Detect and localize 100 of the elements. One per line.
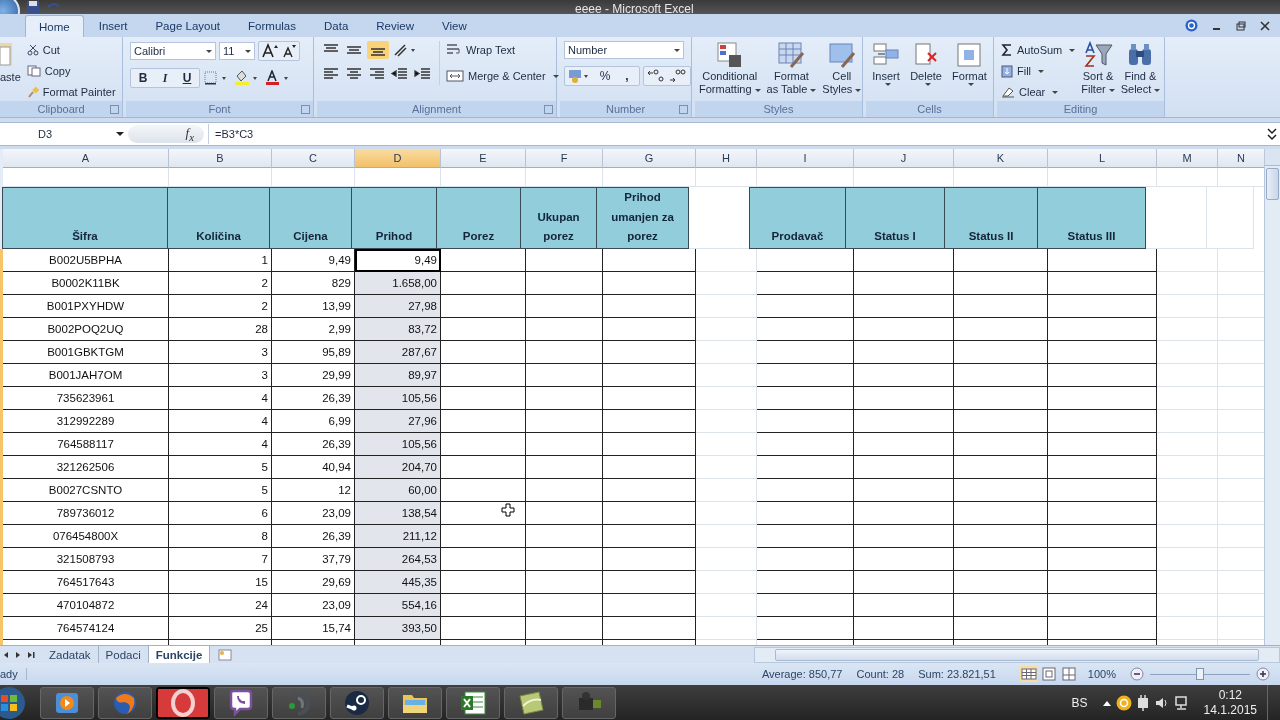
- column-heading: Prihod umanjen za porez: [596, 186, 689, 249]
- autosum-button[interactable]: AutoSum: [1001, 41, 1076, 60]
- zoom-in-icon[interactable]: [1256, 667, 1270, 682]
- cell-brush-icon: [827, 41, 856, 70]
- fill-button[interactable]: Fill: [1001, 62, 1076, 81]
- save-icon[interactable]: [26, 0, 40, 13]
- page-break-icon[interactable]: [1059, 666, 1078, 683]
- grow-font-icon[interactable]: [261, 43, 279, 60]
- help-icon[interactable]: [1185, 19, 1198, 33]
- taskbar-button[interactable]: [330, 686, 384, 719]
- column-header[interactable]: L: [1048, 148, 1157, 168]
- zoom-out-icon[interactable]: [1130, 667, 1144, 682]
- restore-icon[interactable]: [1236, 20, 1246, 31]
- column-header[interactable]: B: [169, 148, 272, 168]
- bold-button[interactable]: B: [133, 70, 153, 87]
- ribbon-tab[interactable]: Page Layout: [142, 15, 234, 38]
- clear-button[interactable]: Clear: [1001, 83, 1076, 102]
- percent-button[interactable]: %: [595, 68, 615, 85]
- column-header[interactable]: D: [355, 148, 441, 168]
- align-bottom-icon[interactable]: [367, 41, 389, 60]
- column-heading: Status II: [944, 186, 1038, 249]
- sheet-tab[interactable]: Funkcije: [148, 646, 211, 664]
- taskbar-button[interactable]: [446, 686, 500, 719]
- expand-icon[interactable]: [1266, 126, 1278, 143]
- cells-button[interactable]: Delete: [910, 41, 942, 87]
- insert-function-button[interactable]: f$_{x}$: [185, 125, 194, 143]
- network-icon[interactable]: [1173, 694, 1190, 711]
- caret-icon: [206, 49, 212, 53]
- last-sheet-icon[interactable]: [26, 650, 36, 659]
- taskbar-button[interactable]: [388, 686, 442, 719]
- table-cell: 6: [169, 501, 272, 525]
- status-text: Average: 850,77: [761, 668, 843, 681]
- clock-time[interactable]: 0:12: [1218, 687, 1242, 703]
- column-header[interactable]: M: [1157, 148, 1218, 168]
- style-button[interactable]: Conditional Formatting: [699, 41, 761, 96]
- ribbon-tab[interactable]: View: [429, 15, 480, 38]
- table-cell: 789736012: [3, 501, 169, 525]
- column-header[interactable]: H: [696, 148, 757, 168]
- cells-button[interactable]: Insert: [872, 41, 901, 87]
- comma-button[interactable]: ,: [617, 68, 637, 85]
- scrollbar-thumb[interactable]: [1266, 167, 1279, 200]
- number-format-field[interactable]: Number: [564, 41, 684, 60]
- spreadsheet-icon: [459, 689, 487, 716]
- column-header[interactable]: F: [526, 148, 603, 168]
- column-header[interactable]: K: [954, 148, 1048, 168]
- zoom-level[interactable]: 100%: [1087, 668, 1116, 681]
- formula-field[interactable]: =B3*C3: [208, 124, 1266, 145]
- normal-view-icon[interactable]: [1019, 666, 1038, 683]
- power-plug-icon[interactable]: [1135, 694, 1150, 711]
- close-icon[interactable]: [1260, 20, 1270, 31]
- taskbar-button[interactable]: [504, 686, 558, 719]
- taskbar-button[interactable]: [214, 686, 268, 719]
- underline-button[interactable]: U: [177, 70, 197, 87]
- italic-button[interactable]: I: [155, 70, 175, 87]
- tray-circle-icon[interactable]: [1115, 694, 1132, 711]
- start-button[interactable]: [0, 685, 26, 720]
- column-heading: Cijena: [269, 186, 352, 249]
- font-size-field[interactable]: 11: [219, 42, 255, 61]
- style-button[interactable]: Cell Styles: [822, 41, 862, 96]
- column-header[interactable]: J: [854, 148, 954, 168]
- ribbon-tab[interactable]: Review: [363, 15, 427, 38]
- sort-filter-button[interactable]: Sort & Filter: [1081, 41, 1115, 96]
- decrease-decimal-icon[interactable]: [668, 68, 688, 85]
- find-select-button[interactable]: Find & Select: [1120, 41, 1161, 96]
- column-header[interactable]: E: [441, 148, 526, 168]
- style-button[interactable]: Format as Table: [766, 41, 817, 96]
- table-cell: 8: [169, 524, 272, 548]
- zoom-slider-thumb[interactable]: [1196, 667, 1204, 680]
- merge-center-button[interactable]: Merge & Center: [446, 67, 559, 86]
- ribbon-tab[interactable]: Data: [311, 15, 362, 38]
- increase-decimal-icon[interactable]: [646, 68, 666, 85]
- wrap-text-button[interactable]: Wrap Text: [446, 41, 559, 60]
- cells-button[interactable]: Format: [952, 41, 987, 87]
- first-sheet-icon[interactable]: [2, 650, 10, 659]
- column-header[interactable]: G: [603, 148, 696, 168]
- name-box[interactable]: D3: [0, 124, 128, 145]
- cut-button[interactable]: Cut: [26, 41, 116, 60]
- group-label: Alignment: [412, 103, 461, 116]
- shrink-font-icon[interactable]: [281, 43, 297, 60]
- taskbar-button[interactable]: [156, 686, 210, 719]
- ribbon-tab[interactable]: Home: [25, 15, 84, 38]
- paste-button[interactable]: aste: [0, 41, 21, 84]
- column-heading: Status III: [1037, 186, 1146, 249]
- clock-date[interactable]: 14.1.2015: [1203, 702, 1257, 718]
- table-cell: [1207, 186, 1254, 249]
- next-sheet-icon[interactable]: [14, 650, 22, 659]
- table-cell: B0027CSNTO: [3, 478, 169, 502]
- table-cell: B001PXYHDW: [3, 294, 169, 318]
- ribbon-tab[interactable]: Formulas: [235, 15, 309, 38]
- column-header[interactable]: I: [757, 148, 854, 168]
- language-indicator[interactable]: BS: [1071, 695, 1088, 710]
- page-layout-icon[interactable]: [1039, 666, 1058, 683]
- ribbon-tab[interactable]: Insert: [85, 15, 141, 38]
- format-painter-button[interactable]: Format Painter: [26, 83, 116, 102]
- font-name-field[interactable]: Calibri: [130, 42, 216, 61]
- table-cell: B002POQ2UQ: [3, 317, 169, 341]
- column-heading: Količina: [167, 186, 270, 249]
- horizontal-scrollbar[interactable]: [754, 646, 1280, 663]
- column-header[interactable]: A: [3, 148, 169, 168]
- copy-button[interactable]: Copy: [26, 62, 116, 81]
